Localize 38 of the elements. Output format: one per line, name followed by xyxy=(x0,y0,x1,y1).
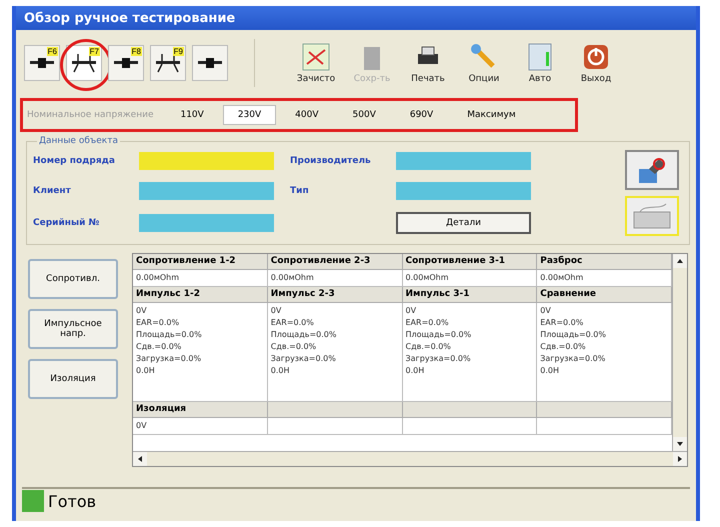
voltage-option[interactable]: 230V xyxy=(222,105,276,125)
field-label: Производитель xyxy=(290,156,372,166)
column-header: Импульс 3-1 xyxy=(402,287,538,303)
column-header: Импульс 2-3 xyxy=(268,287,402,303)
mode-button[interactable]: F9 xyxy=(150,45,186,81)
window-title: Обзор ручное тестирование xyxy=(16,6,696,30)
mode-button[interactable]: F7 xyxy=(66,45,102,81)
voltage-option[interactable]: 500V xyxy=(338,105,391,125)
column-header: Разброс xyxy=(537,254,672,270)
voltage-label: Номинальное напряжение xyxy=(27,110,154,120)
status-text: Готов xyxy=(48,492,96,510)
field-label: Номер подряда xyxy=(33,156,116,166)
column-header: Сопротивление 3-1 xyxy=(402,254,538,270)
mode-button[interactable]: F8 xyxy=(108,45,144,81)
group-title: Данные объекта xyxy=(38,136,119,146)
details-button[interactable]: Детали xyxy=(396,212,531,234)
category-button[interactable]: Импульсное напр. xyxy=(28,309,118,349)
field-label: Клиент xyxy=(33,186,72,196)
field-label: Серийный № xyxy=(33,218,100,228)
category-button[interactable]: Сопротивл. xyxy=(28,259,118,299)
column-header: Импульс 1-2 xyxy=(133,287,268,303)
column-header: Сопротивление 1-2 xyxy=(133,254,268,270)
voltage-option[interactable]: Максимум xyxy=(452,105,531,125)
toolbar-button[interactable]: Печать xyxy=(403,42,453,84)
toolbar-button[interactable]: Авто xyxy=(515,42,565,84)
mode-button[interactable]: F6 xyxy=(24,45,60,81)
toolbar-button[interactable]: Опции xyxy=(459,42,509,84)
voltage-option[interactable]: 690V xyxy=(394,105,448,125)
column-header: Изоляция xyxy=(133,402,268,418)
voltage-option[interactable]: 400V xyxy=(280,105,334,125)
category-button[interactable]: Изоляция xyxy=(28,359,118,399)
column-header: Сравнение xyxy=(537,287,672,303)
field-label: Тип xyxy=(290,186,310,196)
toolbar-button[interactable]: Зачисто xyxy=(291,42,341,84)
column-header: Сопротивление 2-3 xyxy=(268,254,402,270)
table-cell: 0V xyxy=(133,418,268,435)
voltage-option[interactable]: 110V xyxy=(165,105,219,125)
toolbar-button[interactable]: Выход xyxy=(571,42,621,84)
